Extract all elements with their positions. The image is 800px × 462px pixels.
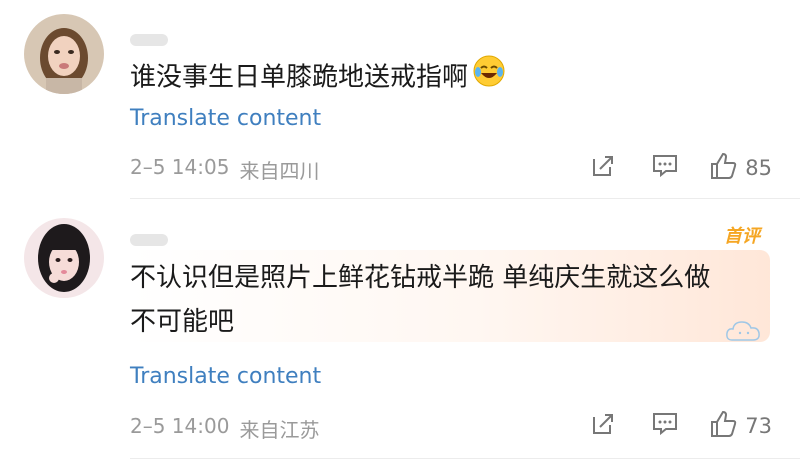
username[interactable] xyxy=(130,30,270,50)
reply-button[interactable] xyxy=(647,408,683,444)
thumbs-up-icon xyxy=(709,151,739,185)
comment-date: 2–5 14:05 xyxy=(130,155,230,179)
like-button[interactable]: 73 xyxy=(709,408,772,444)
comment-actions: 85 xyxy=(559,150,772,186)
share-button[interactable] xyxy=(585,408,621,444)
like-count: 85 xyxy=(745,156,772,180)
username[interactable] xyxy=(130,230,270,250)
share-icon xyxy=(590,153,616,183)
comment-text: 谁没事生日单膝跪地送戒指啊 xyxy=(130,54,506,102)
reply-button[interactable] xyxy=(647,150,683,186)
translate-link[interactable]: Translate content xyxy=(130,364,321,389)
comment-icon xyxy=(651,411,679,441)
comment-icon xyxy=(651,153,679,183)
comment-location: 来自四川 xyxy=(239,159,320,183)
comment-text: 不认识但是照片上鲜花钻戒半跪 单纯庆生就这么做 不可能吧 xyxy=(130,263,711,337)
translate-link[interactable]: Translate content xyxy=(130,106,321,131)
first-comment-badge: 首评 xyxy=(724,226,760,247)
comment-item: 首评 不认识但是照片上鲜花钻戒半跪 单纯庆生就这么做 不可能吧 Translat… xyxy=(0,200,800,462)
divider xyxy=(130,198,800,199)
cloud-mascot-icon xyxy=(724,316,764,350)
divider xyxy=(130,458,800,459)
comment-date: 2–5 14:00 xyxy=(130,414,230,438)
avatar[interactable] xyxy=(24,14,104,94)
thumbs-up-icon xyxy=(709,409,739,443)
comment-meta: 2–5 14:00 来自江苏 xyxy=(130,414,319,443)
comment-meta: 2–5 14:05 来自四川 xyxy=(130,155,319,184)
like-count: 73 xyxy=(745,414,772,438)
comment-location: 来自江苏 xyxy=(239,418,320,442)
share-button[interactable] xyxy=(585,150,621,186)
comment-item: 谁没事生日单膝跪地送戒指啊 Translate content 2–5 14:0… xyxy=(0,0,800,200)
crying-laughing-emoji-icon xyxy=(472,54,506,102)
comment-feed: 谁没事生日单膝跪地送戒指啊 Translate content 2–5 14:0… xyxy=(0,0,800,462)
avatar[interactable] xyxy=(24,218,104,298)
share-icon xyxy=(590,411,616,441)
like-button[interactable]: 85 xyxy=(709,150,772,186)
comment-actions: 73 xyxy=(559,408,772,444)
